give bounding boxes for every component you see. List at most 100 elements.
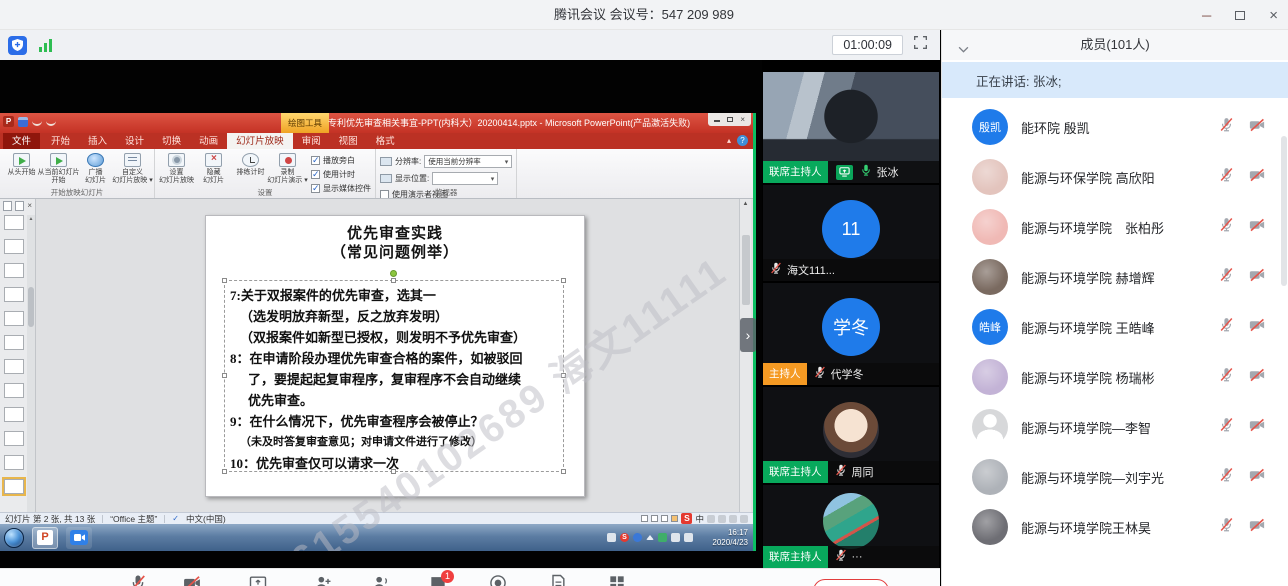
slide-thumbnails-panel: × ▲: [0, 199, 36, 512]
member-row[interactable]: 能源与环保学院 高欣阳: [942, 152, 1282, 202]
layout-icon[interactable]: [607, 573, 631, 586]
mic-muted-icon[interactable]: [1218, 466, 1235, 488]
ribbon-button: 录制幻灯片演示 ▾: [270, 151, 305, 187]
mic-muted-icon[interactable]: [1218, 266, 1235, 288]
avatar: 学冬: [822, 298, 880, 356]
docs-icon[interactable]: [548, 573, 572, 586]
ime-mic-icon: [718, 515, 726, 523]
help-icon: ?: [737, 135, 748, 146]
camera-off-icon[interactable]: [1248, 466, 1266, 489]
ppt-tab-设计: 设计: [116, 131, 153, 149]
selection-handle: [222, 278, 227, 283]
slide-thumbnail: [4, 215, 24, 230]
close-icon[interactable]: ×: [1269, 8, 1278, 23]
meeting-duration: 01:00:09: [832, 35, 903, 55]
members-icon[interactable]: [370, 573, 394, 586]
mic-muted-icon[interactable]: [1218, 366, 1235, 388]
ppt-tab-切换: 切换: [153, 131, 190, 149]
camera-off-icon[interactable]: [1248, 116, 1266, 139]
resolution-label: 分辨率:: [395, 156, 421, 167]
tile-name-bar: 主持人代学冬: [763, 363, 939, 385]
record-icon[interactable]: [488, 573, 512, 586]
camera-off-icon[interactable]: [1248, 516, 1266, 539]
powerpoint-window: P 绘图工具 专利优先审查相关事宜-PPT(内科大）20200414.pptx …: [0, 113, 753, 551]
tile-name-bar: 联席主持人···: [763, 546, 939, 568]
camera-off-icon[interactable]: [1248, 416, 1266, 439]
collapse-video-strip-button[interactable]: ›: [740, 318, 756, 352]
member-row[interactable]: 能源与环境学院 赫增辉: [942, 252, 1282, 302]
ribbon-button-icon: [205, 153, 222, 167]
taskbar-meeting-icon: [66, 527, 92, 549]
normal-view-icon: [641, 515, 648, 522]
sogou-icon: S: [681, 513, 692, 524]
slide-thumbnail: [4, 383, 24, 398]
slide-title: 优先审查实践（常见问题例举）: [206, 216, 584, 263]
security-shield-icon[interactable]: [8, 36, 27, 55]
ppt-titlebar: P 绘图工具 专利优先审查相关事宜-PPT(内科大）20200414.pptx …: [0, 113, 753, 133]
display-position-label: 显示位置:: [395, 173, 429, 184]
role-badge: 主持人: [763, 363, 807, 385]
slide-thumbnail: [4, 287, 24, 302]
ppt-document-area: × ▲ 优先审查实践（常见问题例举）: [0, 199, 753, 512]
ppt-window-title: 专利优先审查相关事宜-PPT(内科大）20200414.pptx - Micro…: [328, 113, 723, 133]
member-row[interactable]: 能源与环境学院—李智: [942, 402, 1282, 452]
video-tile[interactable]: 11海文111...: [763, 185, 939, 281]
language-status: 中文(中国): [186, 513, 226, 525]
tray-volume-icon: [684, 533, 693, 542]
slide-text-line: （选发明放弃新型，反之放弃发明）: [230, 306, 563, 327]
video-tile[interactable]: 联席主持人周同: [763, 387, 939, 483]
avatar: [972, 209, 1008, 245]
ppt-context-tab: 绘图工具: [281, 113, 329, 133]
mic-muted-icon[interactable]: [1218, 316, 1235, 338]
fullscreen-icon[interactable]: [913, 35, 928, 55]
theme-status: “Office 主题”: [110, 513, 157, 525]
members-scrollbar[interactable]: [1281, 96, 1287, 580]
member-row[interactable]: 殷凯能环院 殷凯: [942, 102, 1282, 152]
slide-number-status: 幻灯片 第 2 张, 共 13 张: [5, 513, 95, 525]
ribbon-button-icon: [50, 153, 67, 167]
mic-muted-icon[interactable]: [128, 573, 152, 586]
video-tile[interactable]: 联席主持人···: [763, 485, 939, 568]
network-signal-icon[interactable]: [39, 39, 52, 52]
camera-off-icon[interactable]: [1248, 266, 1266, 289]
video-tile[interactable]: 联席主持人张冰: [763, 72, 939, 183]
camera-off-icon[interactable]: [182, 573, 206, 586]
slide-text-line: 10：优先审查仅可以请求一次: [230, 453, 563, 474]
camera-off-icon[interactable]: [1248, 366, 1266, 389]
member-row[interactable]: 能源与环境学院 张柏彤: [942, 202, 1282, 252]
tray-shield-icon: [658, 533, 667, 542]
shared-screen-area: P 绘图工具 专利优先审查相关事宜-PPT(内科大）20200414.pptx …: [0, 60, 762, 586]
ribbon-button-icon: [124, 153, 141, 167]
sorter-view-icon: [651, 515, 658, 522]
ime-toolbox-icon: [740, 515, 748, 523]
mic-muted-icon[interactable]: [1218, 116, 1235, 138]
leave-meeting-button[interactable]: [813, 579, 889, 586]
invite-icon[interactable]: [313, 573, 337, 586]
mic-muted-icon[interactable]: [1218, 216, 1235, 238]
member-row[interactable]: 能源与环境学院—刘宇光: [942, 452, 1282, 502]
maximize-icon[interactable]: [1235, 11, 1245, 20]
ribbon-group-monitors: 分辨率: 使用当前分辨率▾ 显示位置: ▾ 使用演示者视图: [376, 149, 517, 198]
ribbon-button: 隐藏幻灯片: [196, 151, 231, 187]
mic-muted-icon[interactable]: [1218, 416, 1235, 438]
minimize-icon[interactable]: ─: [1202, 9, 1211, 22]
ime-tool-icon: [707, 515, 715, 523]
ppt-tab-开始: 开始: [42, 131, 79, 149]
camera-off-icon[interactable]: [1248, 316, 1266, 339]
mic-muted-icon[interactable]: [1218, 516, 1235, 538]
member-row[interactable]: 能源与环境学院王林昊: [942, 502, 1282, 552]
mic-muted-icon[interactable]: [1218, 166, 1235, 188]
member-row[interactable]: 皓峰能源与环境学院 王皓峰: [942, 302, 1282, 352]
slide-thumbnail: [4, 455, 24, 470]
slide-text-line: 7:关于双报案件的优先审查，选其一: [230, 285, 563, 306]
ppt-tab-幻灯片放映: 幻灯片放映: [227, 131, 293, 149]
member-row[interactable]: 能源与环境学院 杨瑞彬: [942, 352, 1282, 402]
camera-off-icon[interactable]: [1248, 216, 1266, 239]
selection-handle: [222, 373, 227, 378]
share-screen-icon[interactable]: [248, 573, 272, 586]
video-tile[interactable]: 学冬主持人代学冬: [763, 283, 939, 385]
camera-off-icon[interactable]: [1248, 166, 1266, 189]
tray-network-icon: [671, 533, 680, 542]
avatar: [972, 359, 1008, 395]
avatar: [972, 409, 1008, 445]
